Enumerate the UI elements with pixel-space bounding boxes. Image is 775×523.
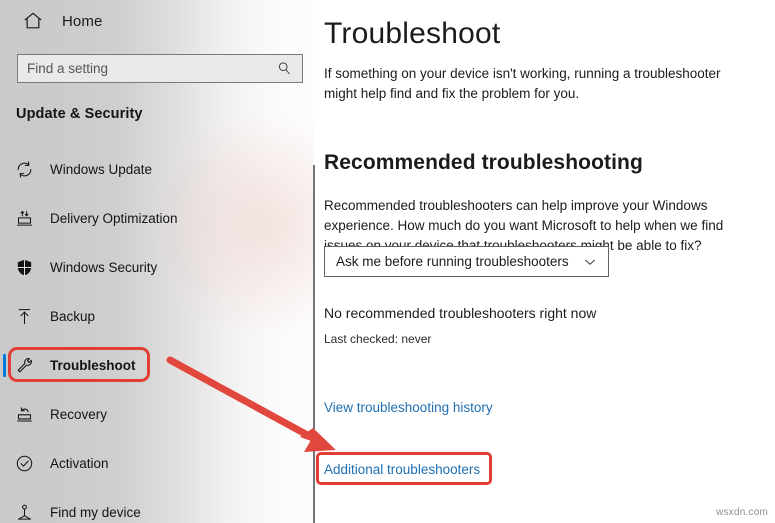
sidebar-item-windows-security[interactable]: Windows Security bbox=[0, 254, 314, 281]
settings-window: Home Update & Security bbox=[0, 0, 775, 523]
sync-icon bbox=[14, 159, 35, 180]
wrench-icon bbox=[14, 355, 35, 376]
sidebar-item-backup[interactable]: Backup bbox=[0, 303, 314, 330]
search-box[interactable] bbox=[17, 54, 303, 83]
page-title: Troubleshoot bbox=[324, 17, 501, 51]
last-checked-text: Last checked: never bbox=[324, 332, 432, 346]
watermark: wsxdn.com bbox=[716, 507, 768, 518]
search-icon[interactable] bbox=[272, 61, 296, 76]
sidebar-item-windows-update[interactable]: Windows Update bbox=[0, 156, 314, 183]
sidebar-item-delivery-optimization[interactable]: Delivery Optimization bbox=[0, 205, 314, 232]
shield-icon bbox=[14, 257, 35, 278]
sidebar-item-find-my-device[interactable]: Find my device bbox=[0, 499, 314, 523]
sidebar-item-label: Activation bbox=[50, 456, 109, 471]
find-device-icon bbox=[14, 502, 35, 523]
chevron-down-icon bbox=[582, 254, 598, 270]
sidebar-item-recovery[interactable]: Recovery bbox=[0, 401, 314, 428]
sidebar-item-label: Troubleshoot bbox=[50, 358, 136, 373]
sidebar-nav: Windows Update Delivery Optimization Win… bbox=[0, 156, 314, 523]
home-label: Home bbox=[62, 12, 103, 30]
status-text: No recommended troubleshooters right now bbox=[324, 305, 597, 321]
sidebar-item-label: Find my device bbox=[50, 505, 141, 520]
sidebar-item-label: Backup bbox=[50, 309, 96, 324]
sidebar-item-label: Delivery Optimization bbox=[50, 211, 178, 226]
sidebar-section-title: Update & Security bbox=[16, 106, 143, 122]
link-additional-troubleshooters[interactable]: Additional troubleshooters bbox=[324, 462, 480, 477]
link-view-troubleshooting-history[interactable]: View troubleshooting history bbox=[324, 400, 493, 415]
dropdown-selected-value: Ask me before running troubleshooters bbox=[336, 254, 569, 269]
sidebar-item-label: Recovery bbox=[50, 407, 108, 422]
recommended-troubleshooting-dropdown[interactable]: Ask me before running troubleshooters bbox=[324, 246, 609, 277]
upload-icon bbox=[14, 306, 35, 327]
selection-indicator bbox=[3, 354, 6, 377]
main-content: Troubleshoot If something on your device… bbox=[314, 0, 775, 523]
delivery-icon bbox=[14, 208, 35, 229]
section-heading-recommended-troubleshooting: Recommended troubleshooting bbox=[324, 151, 643, 175]
sidebar-item-label: Windows Security bbox=[50, 260, 158, 275]
home-icon bbox=[22, 10, 44, 32]
pane-divider bbox=[313, 165, 315, 523]
search-input[interactable] bbox=[18, 61, 272, 76]
sidebar-item-label: Windows Update bbox=[50, 162, 153, 177]
intro-text: If something on your device isn't workin… bbox=[324, 65, 721, 101]
sidebar-item-troubleshoot[interactable]: Troubleshoot bbox=[0, 352, 314, 379]
check-circle-icon bbox=[14, 453, 35, 474]
sidebar-item-home[interactable]: Home bbox=[0, 6, 314, 36]
sidebar: Home Update & Security bbox=[0, 0, 314, 523]
recovery-icon bbox=[14, 404, 35, 425]
sidebar-item-activation[interactable]: Activation bbox=[0, 450, 314, 477]
